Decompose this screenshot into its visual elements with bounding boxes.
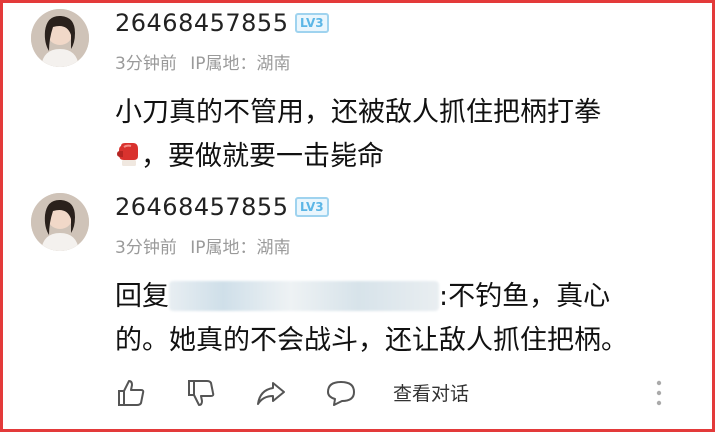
share-icon[interactable]	[255, 377, 287, 409]
avatar[interactable]	[31, 9, 89, 67]
level-badge: LV3	[295, 13, 329, 33]
comment-line: 的。她真的不会战斗，还让敌人抓住把柄。	[115, 325, 628, 356]
boxing-glove-icon	[115, 138, 141, 166]
ip-location: IP属地：湖南	[190, 238, 291, 258]
like-icon[interactable]	[115, 377, 147, 409]
screenshot-frame: 26468457855 LV3 3分钟前 IP属地：湖南 小刀真的不管用，还被敌…	[0, 0, 715, 432]
comment-meta: 3分钟前 IP属地：湖南	[115, 233, 299, 258]
comment-icon[interactable]	[325, 377, 357, 409]
comment-line: 回复 :不钓鱼，真心	[115, 275, 628, 319]
action-bar: 查看对话	[115, 373, 675, 413]
more-options-icon[interactable]	[653, 377, 665, 409]
comment-time: 3分钟前	[115, 238, 177, 258]
comment-text: 小刀真的不管用，还被敌人抓住把柄打拳 ，要做就要一击毙命	[115, 91, 601, 179]
dislike-icon[interactable]	[185, 377, 217, 409]
avatar[interactable]	[31, 193, 89, 251]
comment-line: ，要做就要一击毙命	[115, 135, 601, 179]
comment-line-text: ，要做就要一击毙命	[141, 141, 384, 172]
username[interactable]: 26468457855	[115, 9, 288, 37]
reply-text: 回复 :不钓鱼，真心 的。她真的不会战斗，还让敌人抓住把柄。	[115, 275, 628, 363]
view-conversation-link[interactable]: 查看对话	[393, 379, 469, 406]
blurred-username	[169, 281, 439, 311]
username[interactable]: 26468457855	[115, 193, 288, 221]
level-badge: LV3	[295, 197, 329, 217]
comment-meta: 3分钟前 IP属地：湖南	[115, 49, 299, 74]
comment-line: 小刀真的不管用，还被敌人抓住把柄打拳	[115, 97, 601, 128]
comment-time: 3分钟前	[115, 54, 177, 74]
comment-line-text: :不钓鱼，真心	[439, 281, 611, 312]
reply-prefix: 回复	[115, 281, 169, 312]
ip-location: IP属地：湖南	[190, 54, 291, 74]
